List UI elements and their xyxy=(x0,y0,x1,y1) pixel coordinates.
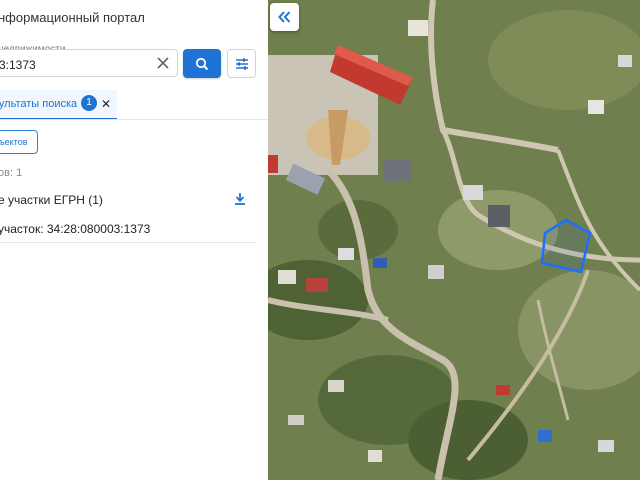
map-view[interactable] xyxy=(268,0,640,480)
list-item[interactable]: участок: 34:28:080003:1373 xyxy=(0,220,256,243)
sliders-icon xyxy=(236,58,248,70)
portal-title: нформационный портал xyxy=(0,10,145,25)
search-input-value[interactable]: 3:1373 xyxy=(0,58,36,72)
close-tab-icon[interactable]: ✕ xyxy=(101,97,111,111)
tab-search-results[interactable]: зультаты поиска 1 ✕ xyxy=(0,90,117,120)
results-count: ов: 1 xyxy=(0,167,23,179)
divider xyxy=(0,119,268,120)
filter-button[interactable] xyxy=(227,49,256,78)
results-count-badge: 1 xyxy=(81,95,97,111)
objects-button[interactable]: ъектов xyxy=(0,130,38,154)
double-chevron-left-icon xyxy=(278,11,291,23)
tab-label: зультаты поиска xyxy=(0,98,78,110)
result-item-text: участок: 34:28:080003:1373 xyxy=(0,222,151,236)
download-icon[interactable] xyxy=(234,192,246,206)
objects-button-label: ъектов xyxy=(0,137,28,147)
satellite-imagery xyxy=(268,0,640,480)
search-icon xyxy=(195,57,209,71)
search-panel: нформационный портал недвижимости 3:1373… xyxy=(0,0,268,480)
result-group-title[interactable]: е участки ЕГРН (1) xyxy=(0,193,103,207)
collapse-panel-button[interactable] xyxy=(270,3,299,31)
search-input[interactable]: 3:1373 xyxy=(0,49,178,77)
close-icon[interactable] xyxy=(155,55,171,71)
search-button[interactable] xyxy=(183,49,221,78)
